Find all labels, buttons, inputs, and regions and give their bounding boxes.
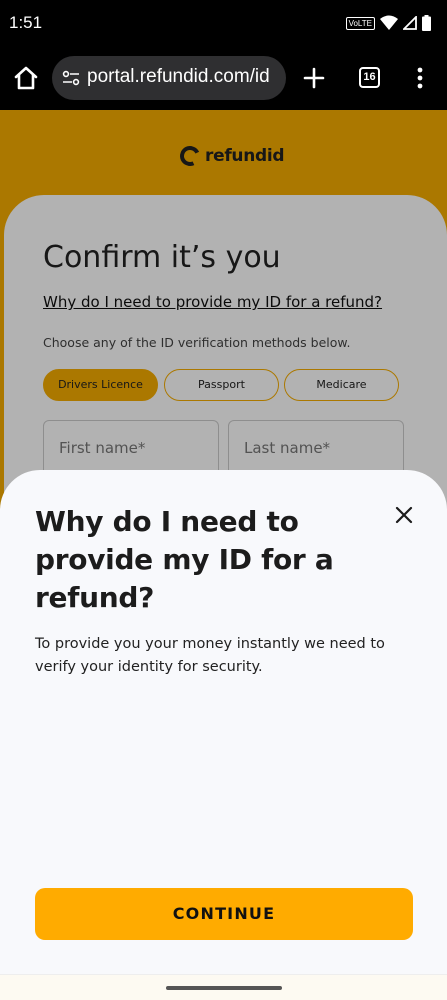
battery-icon [422, 15, 431, 31]
status-bar: 1:51 VoLTE [0, 0, 447, 46]
wifi-icon [380, 15, 398, 30]
new-tab-icon[interactable] [301, 65, 327, 91]
bottom-sheet: Why do I need to provide my ID for a ref… [0, 470, 447, 1000]
tab-switcher-button[interactable]: 16 [359, 67, 380, 88]
status-time: 1:51 [9, 13, 43, 32]
home-icon[interactable] [12, 64, 40, 92]
browser-toolbar: portal.refundid.com/id 16 [0, 46, 447, 110]
navigation-gesture-area [0, 974, 447, 1000]
site-settings-icon[interactable] [61, 68, 81, 88]
sheet-body-text: To provide you your money instantly we n… [35, 636, 385, 675]
signal-icon [403, 16, 417, 30]
sheet-title: Why do I need to provide my ID for a ref… [35, 505, 334, 614]
continue-button[interactable]: CONTINUE [35, 888, 413, 940]
more-menu-icon[interactable] [412, 66, 428, 90]
status-icons: VoLTE [345, 14, 431, 32]
url-text: portal.refundid.com/id [87, 66, 270, 87]
address-bar[interactable]: portal.refundid.com/id [52, 56, 286, 100]
gesture-handle[interactable] [166, 986, 282, 990]
close-icon[interactable] [392, 503, 416, 527]
volte-badge: VoLTE [345, 16, 375, 30]
